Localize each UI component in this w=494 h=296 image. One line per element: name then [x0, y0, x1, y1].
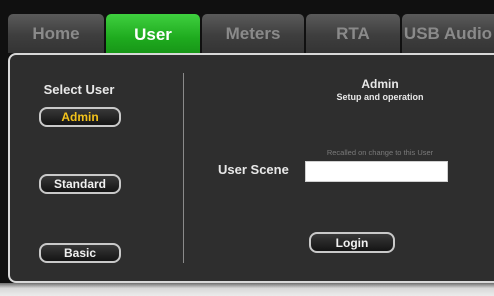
tab-meters-label: Meters: [225, 23, 281, 43]
user-admin-button[interactable]: Admin: [39, 107, 121, 127]
tab-home-label: Home: [32, 23, 80, 43]
tab-rta[interactable]: RTA: [306, 14, 400, 53]
user-scene-label: User Scene: [218, 162, 289, 177]
user-scene-field[interactable]: [305, 161, 448, 182]
tab-user[interactable]: User: [106, 14, 200, 55]
tab-user-label: User: [134, 24, 172, 44]
recall-note: Recalled on change to this User: [326, 148, 434, 157]
user-basic-button[interactable]: Basic: [39, 243, 121, 263]
user-standard-button[interactable]: Standard: [39, 174, 121, 194]
tab-usb-audio[interactable]: USB Audio: [402, 14, 494, 53]
current-user-description: Setup and operation: [336, 92, 424, 102]
tab-meters[interactable]: Meters: [202, 14, 304, 53]
tab-home[interactable]: Home: [8, 14, 104, 53]
tab-rta-label: RTA: [336, 23, 370, 43]
user-panel: Select User Admin Standard Basic Admin S…: [8, 53, 494, 283]
current-user-name: Admin: [361, 77, 399, 91]
panel-divider: [183, 73, 184, 263]
login-button[interactable]: Login: [309, 232, 395, 253]
select-user-title: Select User: [43, 82, 115, 97]
tab-usb-audio-label: USB Audio: [403, 23, 493, 43]
tab-bar: Home User Meters RTA USB Audio: [8, 14, 494, 55]
bottom-strip: [0, 283, 494, 296]
